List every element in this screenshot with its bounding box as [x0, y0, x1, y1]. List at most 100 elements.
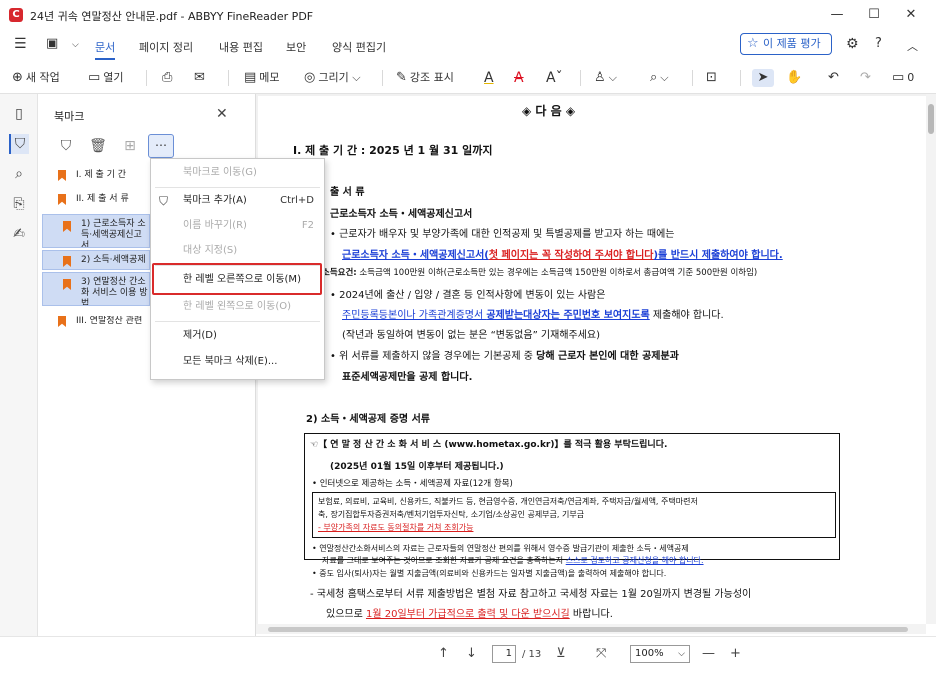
maximize-button[interactable]: ☐: [862, 4, 886, 26]
doc-line: - 부양가족의 자료도 동의절차를 거쳐 조회가능: [318, 523, 474, 532]
bookmark-item-selected[interactable]: 1) 근로소득자 소득·세액공제신고서: [42, 214, 150, 248]
menu-item-rename[interactable]: 이름 바꾸기(R) F2: [151, 215, 324, 237]
side-rail: ▯ ⛉ ⌕ ⎘ ✍ ⌕: [0, 94, 38, 674]
menu-item-label: 이름 바꾸기(R): [183, 220, 247, 231]
menu-item-set-target[interactable]: 대상 지정(S): [151, 240, 324, 262]
stamp-button[interactable]: ♙ ⌵: [594, 69, 617, 87]
toolbar-divider: [228, 70, 229, 86]
vertical-scrollbar[interactable]: [926, 94, 936, 624]
attachment-icon[interactable]: ⎘: [9, 194, 29, 214]
close-window-button[interactable]: ✕: [899, 4, 923, 26]
more-options-button[interactable]: ⋯: [148, 134, 174, 158]
bookmark-flag-icon: [63, 256, 71, 267]
menu-item-label: 대상 지정(S): [183, 245, 238, 256]
toolbar-divider: [382, 70, 383, 86]
bookmark-item[interactable]: III. 연말정산 관련: [58, 316, 150, 327]
tab-edit-content[interactable]: 내용 편집: [219, 39, 263, 55]
star-icon: ☆: [747, 36, 759, 51]
email-button[interactable]: ✉: [194, 69, 208, 87]
doc-line: - 국세청 홈택스로부터 서류 제출방법은 별첨 자료 참고하고 국세청 자료는…: [310, 589, 752, 600]
memo-button[interactable]: ▤ 메모: [244, 69, 280, 87]
save-icon[interactable]: ▣: [46, 36, 58, 51]
doc-text: 있으므로: [326, 609, 366, 620]
doc-text: 공제받는대상자는 주민번호 보여지도록: [486, 310, 650, 321]
select-tool-button[interactable]: ➤: [752, 69, 774, 87]
undo-button[interactable]: ↶: [828, 69, 842, 87]
menu-icon[interactable]: ☰: [14, 36, 27, 52]
doc-text: 제출해야 합니다.: [649, 310, 724, 321]
tab-document[interactable]: 문서: [95, 39, 116, 60]
menu-item-label: 제거(D): [183, 330, 217, 341]
add-bookmark-icon[interactable]: ⛉: [56, 136, 76, 156]
open-button[interactable]: ▭ 열기: [88, 69, 124, 87]
bookmark-label: 1) 근로소득자 소득·세액공제신고서: [81, 219, 146, 248]
gear-icon[interactable]: ⚙: [846, 36, 859, 52]
pages-icon[interactable]: ▯: [9, 104, 29, 124]
arrow-down-icon[interactable]: ↓: [466, 646, 477, 661]
collapse-ribbon-icon[interactable]: ︿: [907, 38, 918, 54]
highlight-button[interactable]: ✎ 강조 표시: [396, 69, 454, 87]
bookmark-label: I. 제 출 기 간: [76, 170, 127, 180]
plus-circle-icon: ⊕: [12, 70, 23, 85]
strikeout-text-button[interactable]: A: [514, 69, 524, 87]
bookmark-item-selected[interactable]: 2) 소득·세액공제: [42, 250, 150, 270]
comments-button[interactable]: ▭ 0: [892, 69, 914, 87]
bookmark-item-selected[interactable]: 3) 연말정산 간소화 서비스 이용 방법: [42, 272, 150, 306]
tab-security[interactable]: 보안: [286, 39, 306, 55]
app-logo-icon: C: [9, 8, 23, 22]
search-button[interactable]: ⌕ ⌵: [650, 69, 669, 87]
menu-item-label: 북마크로 이동(G): [183, 167, 257, 178]
chevron-down-icon[interactable]: ⌵: [72, 40, 79, 50]
page-number-input[interactable]: 1: [492, 645, 516, 663]
menu-item-remove[interactable]: 제거(D): [151, 325, 324, 347]
rate-product-button[interactable]: ☆ 이 제품 평가: [740, 33, 832, 55]
redo-button[interactable]: ↷: [860, 69, 874, 87]
bookmark-flag-icon: [58, 316, 66, 327]
menu-item-add-bookmark[interactable]: ⛉ 북마크 추가(A) Ctrl+D: [151, 190, 324, 212]
menu-divider: [155, 187, 320, 188]
compare-button[interactable]: ⊡: [706, 69, 720, 87]
draw-button[interactable]: ◎ 그리기 ⌵: [304, 69, 361, 87]
help-icon[interactable]: ?: [875, 36, 882, 51]
new-task-button[interactable]: ⊕ 새 작업: [12, 69, 60, 87]
doc-text: 근로소득자 소득・세액공제신고서(: [342, 250, 489, 261]
menu-item-label: 모든 북마크 삭제(E)...: [183, 356, 278, 367]
rate-product-label: 이 제품 평가: [763, 37, 821, 50]
minimize-button[interactable]: —: [825, 4, 849, 26]
signature-icon[interactable]: ✍: [9, 224, 29, 244]
stamp-icon: ♙: [594, 70, 606, 85]
zoom-in-icon[interactable]: +: [730, 646, 741, 661]
zoom-out-icon[interactable]: —: [702, 646, 715, 661]
print-button[interactable]: ⎙: [162, 69, 175, 87]
hand-icon: ✋: [786, 70, 803, 85]
bookmark-flag-icon: [58, 194, 66, 205]
doc-line: 소득요건: 소득금액 100만원 이하(근로소득만 있는 경우에는 소득금액 1…: [322, 266, 757, 278]
undo-icon: ↶: [828, 70, 839, 85]
underline-text-button[interactable]: A: [484, 69, 494, 87]
menu-item-go-to-bookmark[interactable]: 북마크로 이동(G): [151, 162, 324, 184]
status-bar: ↑ ↓ 1 / 13 ⊻ ⤧ 100% ⌵ — +: [0, 636, 936, 674]
search-icon[interactable]: ⌕: [9, 164, 29, 184]
tab-form-editor[interactable]: 양식 편집기: [332, 39, 386, 55]
redo-icon: ↷: [860, 70, 871, 85]
doc-text: 소득요건:: [322, 268, 357, 278]
tab-page-organize[interactable]: 페이지 정리: [139, 39, 193, 55]
fit-page-icon[interactable]: ⤧: [596, 646, 606, 661]
text-size-button[interactable]: Aˇ: [546, 69, 563, 87]
bookmark-icon[interactable]: ⛉: [9, 134, 29, 154]
menu-item-delete-all[interactable]: 모든 북마크 삭제(E)...: [151, 351, 324, 373]
doc-line: • 근로자가 배우자 및 부양가족에 대한 인적공제 및 특별공제를 받고자 하…: [330, 229, 675, 240]
menu-item-move-left[interactable]: 한 레벨 왼쪽으로 이동(O): [151, 296, 324, 318]
arrow-up-icon[interactable]: ↑: [438, 646, 449, 661]
close-panel-icon[interactable]: ✕: [216, 106, 228, 122]
vertical-scroll-thumb[interactable]: [928, 104, 934, 134]
cursor-icon: ➤: [757, 70, 769, 85]
memo-icon: ▤: [244, 70, 257, 85]
doc-line: • 중도 입사(퇴사)자는 월별 지출금액(의료비와 신용카드는 일자별 지출금…: [312, 569, 667, 578]
trash-icon[interactable]: 🗑: [88, 136, 108, 156]
bookmark-target-icon[interactable]: ⊞: [120, 136, 140, 156]
hand-tool-button[interactable]: ✋: [786, 69, 805, 87]
zoom-select[interactable]: 100% ⌵: [630, 645, 690, 663]
fit-width-icon[interactable]: ⊻: [556, 646, 566, 661]
horizontal-scroll-thumb[interactable]: [268, 627, 908, 632]
